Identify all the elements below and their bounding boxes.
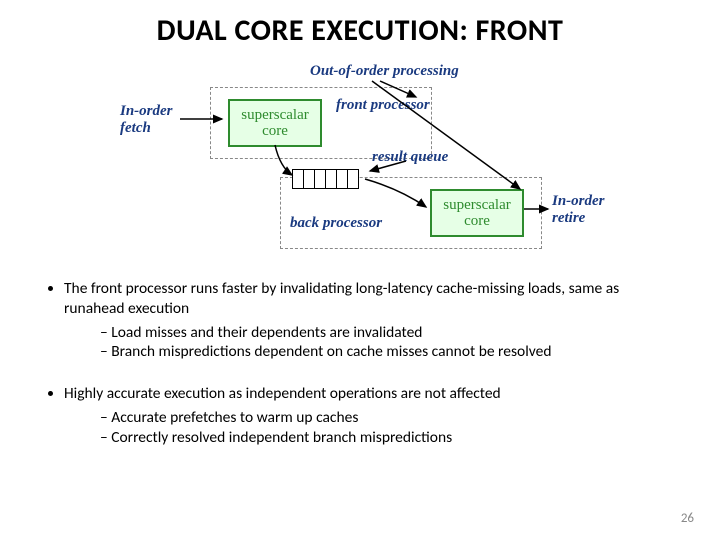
- architecture-diagram: superscalar core superscalar core In-ord…: [110, 67, 610, 257]
- bullet-1-sub-0: Load misses and their dependents are inv…: [100, 323, 680, 343]
- label-back-processor: back processor: [290, 215, 382, 232]
- page-number: 26: [681, 511, 694, 526]
- label-inorder-retire: In-order retire: [552, 193, 605, 226]
- bullet-2-text: Highly accurate execution as independent…: [64, 384, 501, 403]
- label-ooo-processing: Out-of-order processing: [310, 63, 459, 80]
- bullet-1-text: The front processor runs faster by inval…: [64, 279, 619, 318]
- page-title: DUAL CORE EXECUTION: FRONT: [0, 0, 720, 49]
- back-core-box: superscalar core: [430, 189, 524, 237]
- label-inorder-fetch: In-order fetch: [120, 103, 173, 136]
- result-queue-box: [292, 169, 359, 189]
- front-core-box: superscalar core: [228, 99, 322, 147]
- label-front-processor: front processor: [336, 97, 430, 114]
- bullet-1-sub-1: Branch mispredictions dependent on cache…: [100, 342, 680, 362]
- bullet-content: The front processor runs faster by inval…: [0, 257, 720, 448]
- bullet-1: The front processor runs faster by inval…: [64, 279, 680, 362]
- bullet-2: Highly accurate execution as independent…: [64, 384, 680, 447]
- bullet-2-sub-1: Correctly resolved independent branch mi…: [100, 428, 680, 448]
- label-result-queue: result queue: [372, 149, 448, 166]
- bullet-2-sub-0: Accurate prefetches to warm up caches: [100, 408, 680, 428]
